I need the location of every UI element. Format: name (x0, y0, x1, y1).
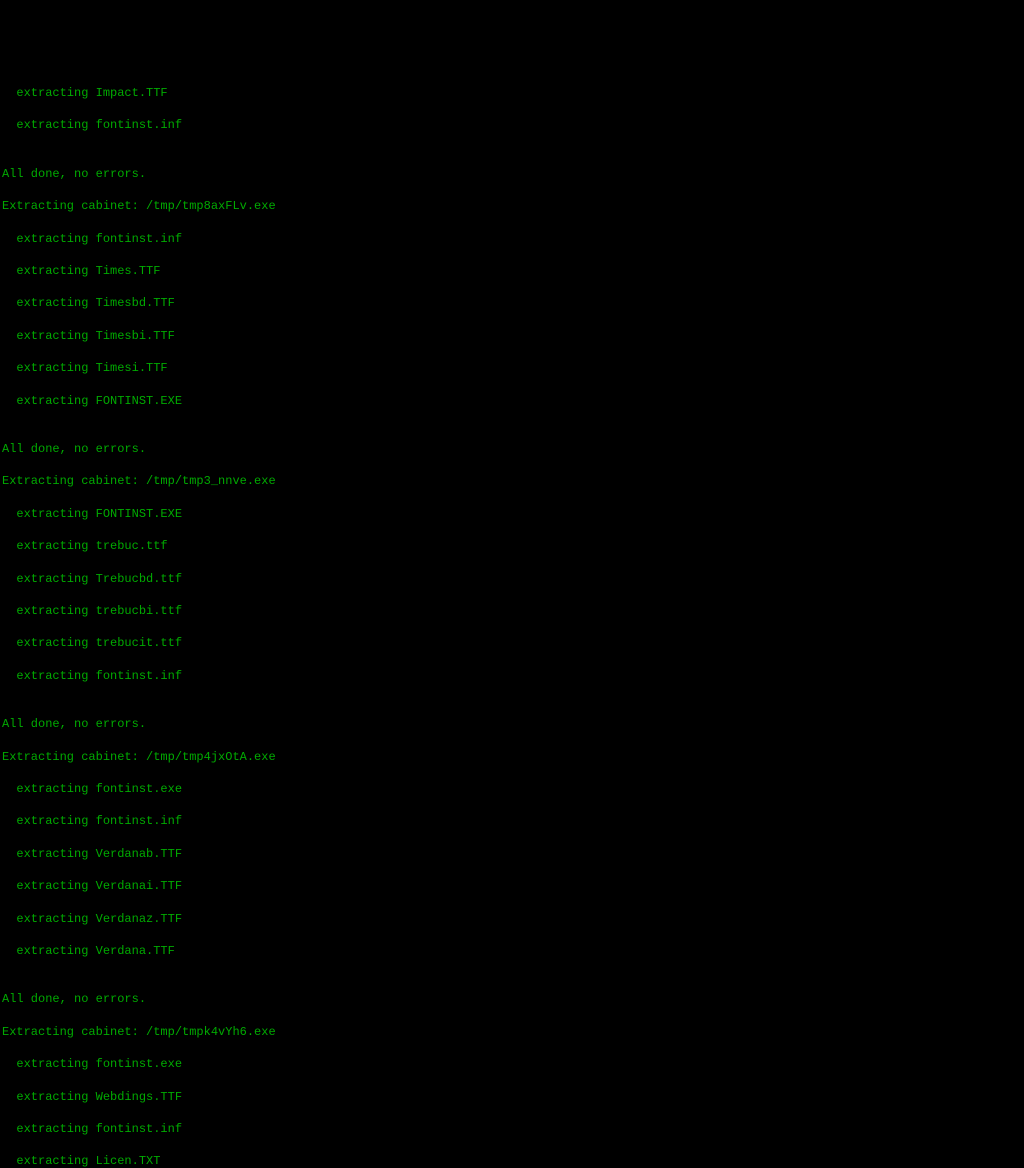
terminal-line: Extracting cabinet: /tmp/tmp8axFLv.exe (2, 198, 1022, 214)
terminal-line: extracting fontinst.inf (2, 117, 1022, 133)
terminal-line: extracting fontinst.exe (2, 1056, 1022, 1072)
terminal-line: extracting Timesbd.TTF (2, 295, 1022, 311)
terminal-line: extracting fontinst.inf (2, 813, 1022, 829)
terminal-line: All done, no errors. (2, 166, 1022, 182)
terminal-line: Extracting cabinet: /tmp/tmp4jxOtA.exe (2, 749, 1022, 765)
terminal-line: extracting Timesi.TTF (2, 360, 1022, 376)
terminal-line: extracting Webdings.TTF (2, 1089, 1022, 1105)
terminal-line: extracting trebucit.ttf (2, 635, 1022, 651)
terminal-line: All done, no errors. (2, 441, 1022, 457)
terminal-line: extracting fontinst.inf (2, 231, 1022, 247)
terminal-line: extracting trebuc.ttf (2, 538, 1022, 554)
terminal-line: extracting Verdana.TTF (2, 943, 1022, 959)
terminal-line: extracting Verdanai.TTF (2, 878, 1022, 894)
terminal-line: All done, no errors. (2, 716, 1022, 732)
terminal-line: Extracting cabinet: /tmp/tmp3_nnve.exe (2, 473, 1022, 489)
terminal-output: extracting Impact.TTF extracting fontins… (2, 69, 1022, 1168)
terminal-line: Extracting cabinet: /tmp/tmpk4vYh6.exe (2, 1024, 1022, 1040)
terminal-line: extracting Trebucbd.ttf (2, 571, 1022, 587)
terminal-line: extracting fontinst.inf (2, 1121, 1022, 1137)
terminal-line: extracting Timesbi.TTF (2, 328, 1022, 344)
terminal-line: extracting fontinst.exe (2, 781, 1022, 797)
terminal-line: All done, no errors. (2, 991, 1022, 1007)
terminal-line: extracting fontinst.inf (2, 668, 1022, 684)
terminal-line: extracting Verdanaz.TTF (2, 911, 1022, 927)
terminal-line: extracting FONTINST.EXE (2, 393, 1022, 409)
terminal-line: extracting Times.TTF (2, 263, 1022, 279)
terminal-line: extracting FONTINST.EXE (2, 506, 1022, 522)
terminal-line: extracting Licen.TXT (2, 1153, 1022, 1168)
terminal-line: extracting Impact.TTF (2, 85, 1022, 101)
terminal-line: extracting trebucbi.ttf (2, 603, 1022, 619)
terminal-line: extracting Verdanab.TTF (2, 846, 1022, 862)
